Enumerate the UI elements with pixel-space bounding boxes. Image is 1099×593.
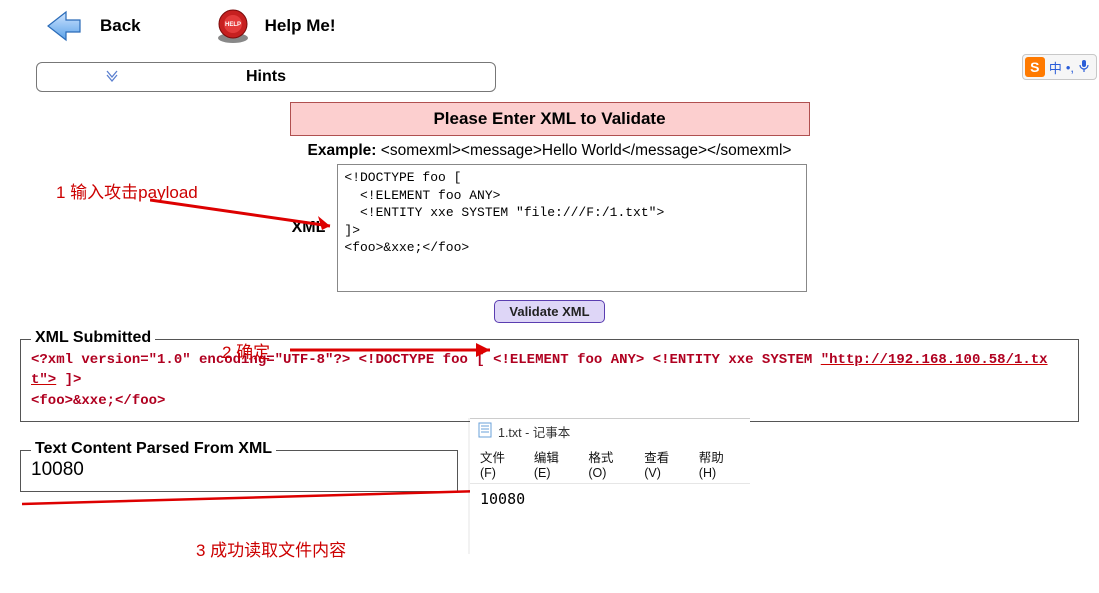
notepad-titlebar: 1.txt - 记事本 <box>470 419 750 444</box>
arrow-2-icon <box>290 340 510 360</box>
notepad-menu-file[interactable]: 文件(F) <box>480 447 520 480</box>
expand-down-icon <box>105 69 119 86</box>
notepad-menu-help[interactable]: 帮助(H) <box>699 447 740 480</box>
notepad-menu-edit[interactable]: 编辑(E) <box>534 447 575 480</box>
notepad-menu-format[interactable]: 格式(O) <box>588 447 630 480</box>
sogou-icon[interactable]: S <box>1025 57 1045 77</box>
back-label[interactable]: Back <box>100 16 141 36</box>
validate-button[interactable]: Validate XML <box>494 300 604 323</box>
xml-submitted-fieldset: XML Submitted <?xml version="1.0" encodi… <box>20 339 1079 422</box>
notepad-content: 10080 <box>470 484 750 514</box>
xml-textarea[interactable] <box>337 164 807 292</box>
svg-text:HELP: HELP <box>225 22 241 28</box>
help-label[interactable]: Help Me! <box>265 16 336 36</box>
xml-submitted-legend: XML Submitted <box>31 329 155 347</box>
arrow-1-icon <box>150 196 350 236</box>
example-text: Example: <somexml><message>Hello World</… <box>0 142 1099 160</box>
notepad-menu-view[interactable]: 查看(V) <box>644 447 685 480</box>
parsed-legend: Text Content Parsed From XML <box>31 440 276 458</box>
notepad-window: 1.txt - 记事本 文件(F) 编辑(E) 格式(O) 查看(V) 帮助(H… <box>470 418 750 554</box>
annotation-3: 3 成功读取文件内容 <box>196 536 346 561</box>
banner-title: Please Enter XML to Validate <box>290 102 810 136</box>
xml-submitted-content: <?xml version="1.0" encoding="UTF-8"?> <… <box>31 350 1068 411</box>
notepad-title-text: 1.txt - 记事本 <box>498 422 570 441</box>
ime-lang[interactable]: 中 <box>1049 58 1062 77</box>
annotation-2: 2 确定 <box>222 338 270 363</box>
notepad-file-icon <box>478 422 492 441</box>
notepad-menu[interactable]: 文件(F) 编辑(E) 格式(O) 查看(V) 帮助(H) <box>470 444 750 484</box>
help-icon[interactable]: HELP <box>213 6 253 46</box>
parsed-value: 10080 <box>31 459 447 481</box>
ime-punct[interactable]: •, <box>1066 60 1074 75</box>
hints-button[interactable]: Hints <box>36 62 496 92</box>
mic-icon[interactable] <box>1078 59 1090 76</box>
ime-widget[interactable]: S 中 •, <box>1022 54 1097 80</box>
back-icon[interactable] <box>40 6 88 46</box>
